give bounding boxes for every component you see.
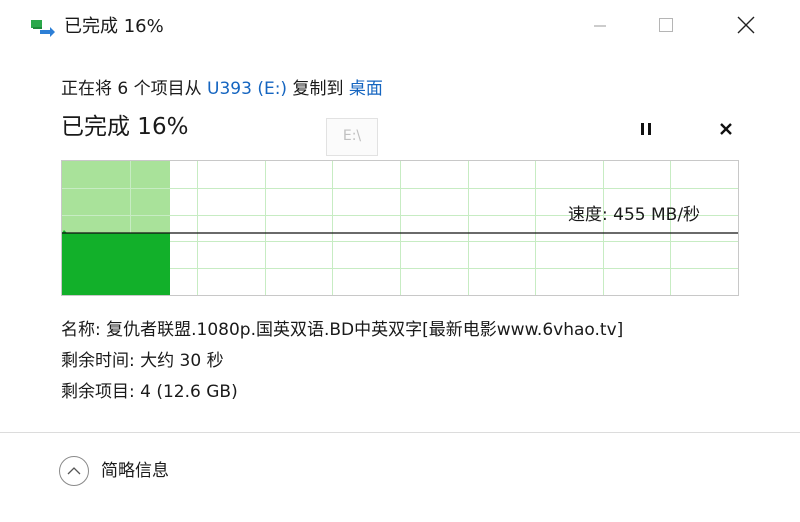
source-link[interactable]: U393 (E:) bbox=[207, 79, 287, 99]
time-remaining: 剩余时间: 大约 30 秒 bbox=[61, 351, 224, 371]
destination-link[interactable]: 桌面 bbox=[349, 79, 383, 99]
pause-button[interactable] bbox=[631, 116, 661, 144]
progress-title: 已完成 16% bbox=[61, 114, 189, 140]
items-remaining: 剩余项目: 4 (12.6 GB) bbox=[61, 382, 238, 402]
maximize-button[interactable] bbox=[646, 10, 686, 44]
speed-graph-canvas bbox=[62, 161, 738, 295]
copy-middle: 复制到 bbox=[287, 79, 349, 99]
fewer-details-label: 简略信息 bbox=[101, 461, 169, 481]
copy-description: 正在将 6 个项目从 U393 (E:) 复制到 桌面 bbox=[61, 78, 383, 100]
minimize-icon bbox=[593, 18, 607, 37]
drive-hint: E:\ bbox=[326, 118, 378, 156]
progress-fill-speed bbox=[62, 233, 170, 295]
footer: 简略信息 bbox=[0, 433, 800, 522]
file-name: 名称: 复仇者联盟.1080p.国英双语.BD中英双字[最新电影www.6vha… bbox=[61, 320, 624, 340]
pause-icon bbox=[639, 121, 653, 140]
copy-transfer-icon bbox=[30, 18, 56, 38]
chevron-up-icon bbox=[59, 456, 89, 486]
maximize-icon bbox=[658, 17, 674, 37]
cancel-icon bbox=[719, 121, 733, 140]
minimize-button[interactable] bbox=[580, 10, 620, 44]
copy-prefix: 正在将 6 个项目从 bbox=[61, 79, 208, 99]
transfer-speed-graph bbox=[61, 160, 739, 296]
close-icon bbox=[737, 16, 755, 38]
close-button[interactable] bbox=[726, 10, 766, 44]
speed-label: 速度: 455 MB/秒 bbox=[568, 205, 701, 225]
title-bar[interactable]: 已完成 16% bbox=[0, 0, 800, 54]
fewer-details-toggle[interactable]: 简略信息 bbox=[59, 456, 169, 486]
cancel-button[interactable] bbox=[711, 116, 741, 144]
window-title: 已完成 16% bbox=[64, 16, 164, 37]
